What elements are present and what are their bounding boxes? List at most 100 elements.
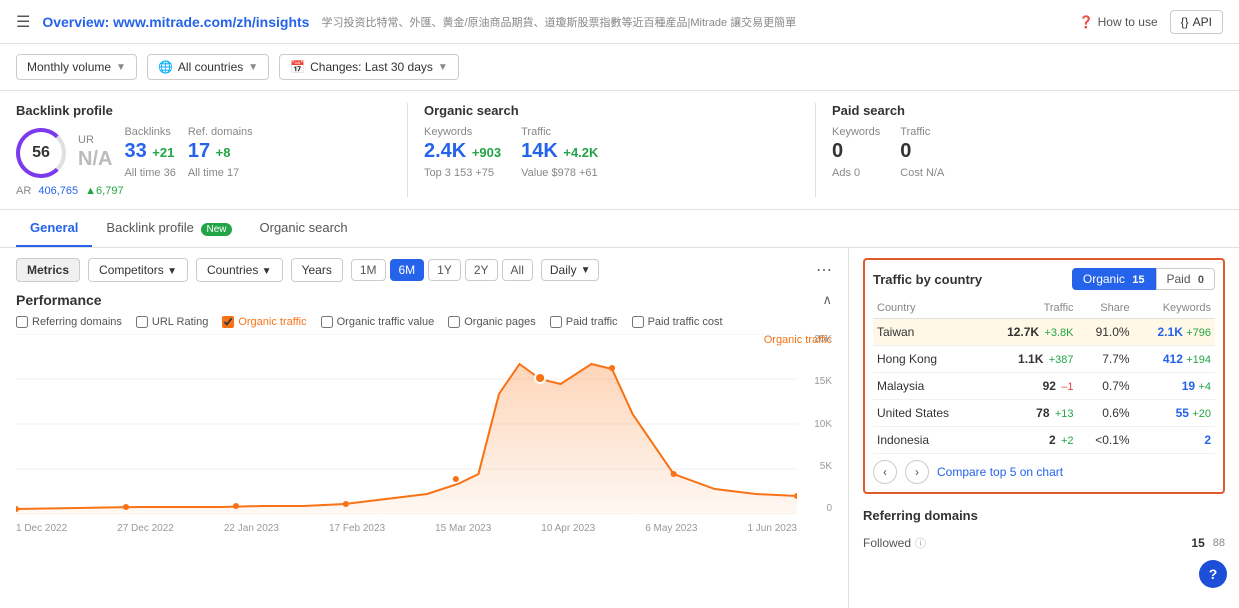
organic-traffic-metric: Traffic 14K +4.2K Value $978 +61 xyxy=(521,126,598,179)
traffic-tabs: Organic 15 Paid 0 xyxy=(1072,268,1215,290)
x-axis-labels: 1 Dec 2022 27 Dec 2022 22 Jan 2023 17 Fe… xyxy=(16,523,797,534)
share-cell: 91.0% xyxy=(1078,319,1134,346)
country-cell: Indonesia xyxy=(873,427,979,454)
performance-header: Performance ∧ xyxy=(16,292,832,308)
tab-organic-traffic[interactable]: Organic 15 xyxy=(1072,268,1156,290)
overview-panel: Backlink profile 56 UR N/A Backlinks 33 … xyxy=(0,91,1239,210)
traffic-cell: 92 –1 xyxy=(979,373,1078,400)
filter-bar: Monthly volume ▼ 🌐 All countries ▼ 📅 Cha… xyxy=(0,44,1239,91)
share-cell: 7.7% xyxy=(1078,346,1134,373)
organic-search-title: Organic search xyxy=(424,103,799,118)
table-nav: ‹ › Compare top 5 on chart xyxy=(873,460,1215,484)
checkbox-organic-traffic-value[interactable]: Organic traffic value xyxy=(321,316,435,328)
referring-domains-section: Referring domains Followed ⓘ 15 88 xyxy=(863,508,1225,555)
country-table: Country Traffic Share Keywords Taiwan 12… xyxy=(873,298,1215,454)
table-row: Indonesia 2 +2 <0.1% 2 xyxy=(873,427,1215,454)
countries-filter[interactable]: 🌐 All countries ▼ xyxy=(147,54,269,80)
help-button[interactable]: ? xyxy=(1199,560,1227,588)
header-subtitle: 学习投资比特常、外匯、黄金/原油商品期貨、道瓊斯股票指數等近百種産品|Mitra… xyxy=(321,14,1078,30)
country-cell: United States xyxy=(873,400,979,427)
chevron-down-icon: ▼ xyxy=(581,265,591,276)
page-title: Overview: www.mitrade.com/zh/insights xyxy=(42,14,309,30)
header-right: ❓ How to use {} API xyxy=(1079,10,1223,34)
chevron-down-icon: ▼ xyxy=(248,62,258,73)
time-6m-button[interactable]: 6M xyxy=(390,259,425,281)
dr-circle: 56 xyxy=(16,128,66,178)
table-row: Malaysia 92 –1 0.7% 19 +4 xyxy=(873,373,1215,400)
traffic-cell: 12.7K +3.8K xyxy=(979,319,1078,346)
time-2y-button[interactable]: 2Y xyxy=(465,259,498,281)
checkbox-organic-pages[interactable]: Organic pages xyxy=(448,316,536,328)
tab-general[interactable]: General xyxy=(16,210,92,247)
checkbox-paid-traffic[interactable]: Paid traffic xyxy=(550,316,618,328)
checkbox-organic-traffic[interactable]: Organic traffic xyxy=(222,316,306,328)
backlink-section: Backlink profile 56 UR N/A Backlinks 33 … xyxy=(16,103,408,197)
keywords-cell: 2 xyxy=(1134,427,1215,454)
checkbox-paid-traffic-cost[interactable]: Paid traffic cost xyxy=(632,316,723,328)
backlinks-metric: Backlinks 33 +21 All time 36 xyxy=(124,126,175,179)
daily-button[interactable]: Daily ▼ xyxy=(541,259,600,281)
chevron-down-icon: ▼ xyxy=(167,266,177,277)
info-icon: ⓘ xyxy=(915,535,926,551)
time-all-button[interactable]: All xyxy=(502,259,533,281)
country-cell: Malaysia xyxy=(873,373,979,400)
col-traffic: Traffic xyxy=(979,298,1078,319)
table-row: Taiwan 12.7K +3.8K 91.0% 2.1K +796 xyxy=(873,319,1215,346)
organic-keywords-metric: Keywords 2.4K +903 Top 3 153 +75 xyxy=(424,126,501,179)
keywords-cell: 412 +194 xyxy=(1134,346,1215,373)
traffic-section-header-row: Traffic by country Organic 15 Paid 0 xyxy=(873,268,1215,298)
keywords-cell: 55 +20 xyxy=(1134,400,1215,427)
countries-button[interactable]: Countries ▼ xyxy=(196,258,283,282)
performance-title: Performance xyxy=(16,292,102,308)
referring-domains-title: Referring domains xyxy=(863,508,1225,523)
traffic-by-country-box: Traffic by country Organic 15 Paid 0 Cou… xyxy=(863,258,1225,494)
tab-backlink-profile[interactable]: Backlink profile New xyxy=(92,210,245,247)
checkbox-url-rating[interactable]: URL Rating xyxy=(136,316,208,328)
keywords-cell: 2.1K +796 xyxy=(1134,319,1215,346)
paid-keywords-metric: Keywords 0 Ads 0 xyxy=(832,126,880,179)
globe-icon: 🌐 xyxy=(158,60,173,74)
compare-link[interactable]: Compare top 5 on chart xyxy=(937,465,1063,479)
chart-toolbar: Metrics Competitors ▼ Countries ▼ Years … xyxy=(16,258,832,282)
followed-row: Followed ⓘ 15 88 xyxy=(863,531,1225,555)
more-options-icon[interactable]: ⋯ xyxy=(816,260,832,280)
paid-search-title: Paid search xyxy=(832,103,1207,118)
country-cell: Taiwan xyxy=(873,319,979,346)
followed-values: 15 88 xyxy=(1191,536,1225,550)
new-badge: New xyxy=(201,223,231,236)
time-range-group: 1M 6M 1Y 2Y All xyxy=(351,259,533,281)
volume-filter[interactable]: Monthly volume ▼ xyxy=(16,54,137,80)
chart-area: Organic traffic 20K 15K 10K 5K 0 xyxy=(16,334,832,534)
menu-icon[interactable]: ☰ xyxy=(16,12,30,32)
tab-organic-search[interactable]: Organic search xyxy=(246,210,362,247)
changes-filter[interactable]: 📅 Changes: Last 30 days ▼ xyxy=(279,54,459,80)
tab-paid-traffic[interactable]: Paid 0 xyxy=(1156,268,1216,290)
competitors-button[interactable]: Competitors ▼ xyxy=(88,258,188,282)
how-to-use-link[interactable]: ❓ How to use xyxy=(1079,15,1158,29)
metrics-button[interactable]: Metrics xyxy=(16,258,80,282)
chevron-down-icon: ▼ xyxy=(116,62,126,73)
time-1y-button[interactable]: 1Y xyxy=(428,259,461,281)
left-panel: Metrics Competitors ▼ Countries ▼ Years … xyxy=(0,248,849,608)
checkbox-referring-domains[interactable]: Referring domains xyxy=(16,316,122,328)
traffic-cell: 2 +2 xyxy=(979,427,1078,454)
years-button[interactable]: Years xyxy=(291,258,343,282)
time-1m-button[interactable]: 1M xyxy=(351,259,386,281)
country-cell: Hong Kong xyxy=(873,346,979,373)
api-icon: {} xyxy=(1181,15,1189,29)
chevron-down-icon: ▼ xyxy=(438,62,448,73)
col-keywords: Keywords xyxy=(1134,298,1215,319)
prev-page-button[interactable]: ‹ xyxy=(873,460,897,484)
api-button[interactable]: {} API xyxy=(1170,10,1223,34)
collapse-icon[interactable]: ∧ xyxy=(822,292,832,308)
main-content: Metrics Competitors ▼ Countries ▼ Years … xyxy=(0,248,1239,608)
chevron-down-icon: ▼ xyxy=(262,266,272,277)
ur-metric: UR N/A xyxy=(78,134,112,171)
right-panel: Traffic by country Organic 15 Paid 0 Cou… xyxy=(849,248,1239,608)
header: ☰ Overview: www.mitrade.com/zh/insights … xyxy=(0,0,1239,44)
paid-traffic-metric: Traffic 0 Cost N/A xyxy=(900,126,944,179)
next-page-button[interactable]: › xyxy=(905,460,929,484)
share-cell: <0.1% xyxy=(1078,427,1134,454)
table-row: United States 78 +13 0.6% 55 +20 xyxy=(873,400,1215,427)
ref-domains-metric: Ref. domains 17 +8 All time 17 xyxy=(188,126,253,179)
